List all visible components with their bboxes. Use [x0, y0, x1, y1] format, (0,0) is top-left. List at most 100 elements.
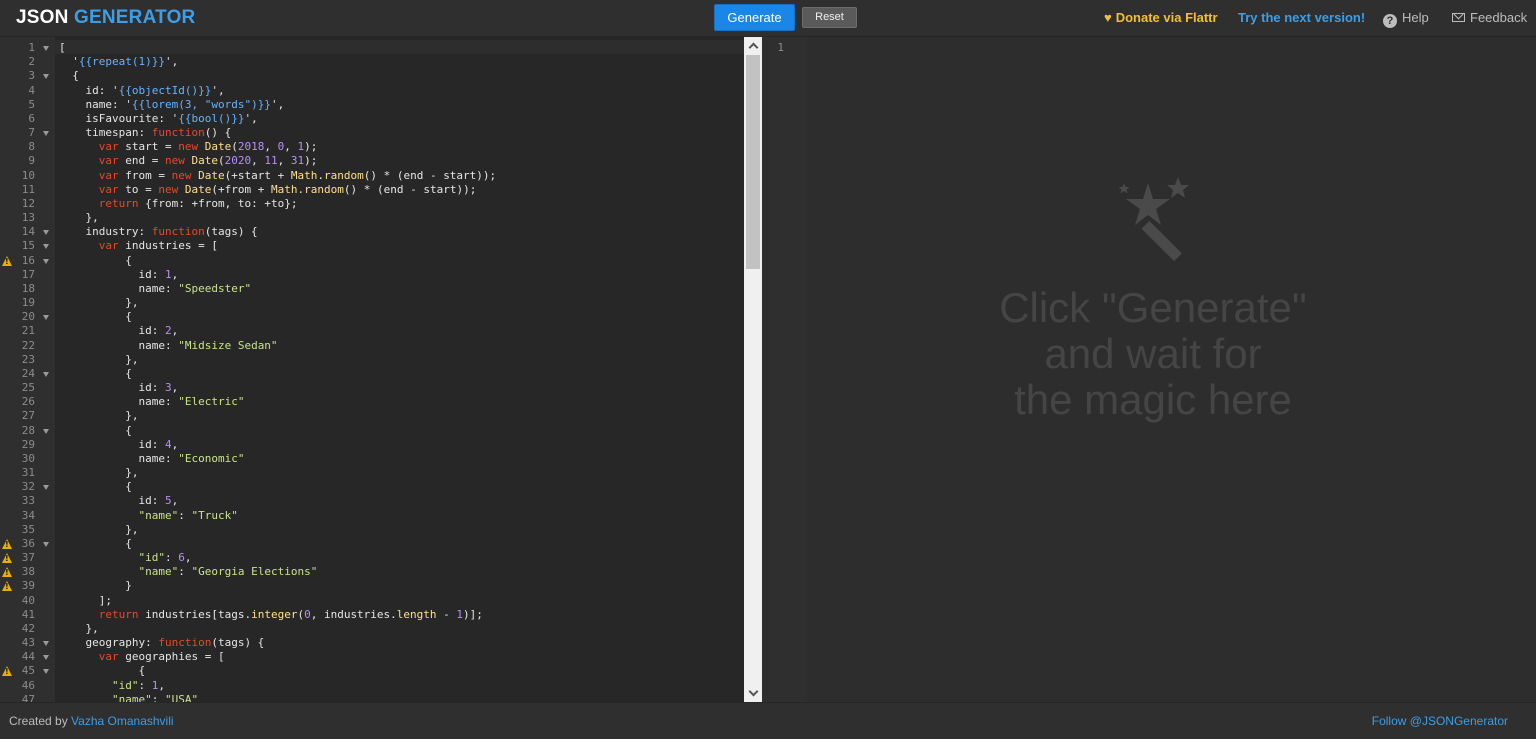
gutter-line: 36 [0, 537, 55, 551]
code-line[interactable]: "name": "USA" [59, 693, 198, 702]
warning-icon[interactable] [2, 581, 12, 592]
output-placeholder: Click "Generate" and wait for the magic … [953, 285, 1353, 423]
fold-arrow-icon[interactable] [43, 428, 49, 434]
warning-icon[interactable] [2, 255, 12, 266]
code-line[interactable]: return {from: +from, to: +to}; [59, 197, 298, 211]
output-pane[interactable]: 1 Click "Generate" and wait for the magi… [767, 37, 1536, 702]
code-line[interactable]: name: "Economic" [59, 452, 244, 466]
scroll-up-icon[interactable] [748, 41, 758, 51]
top-bar: JSON GENERATOR Generate Reset ♥ Donate vi… [0, 0, 1536, 37]
feedback-link[interactable]: Feedback [1452, 10, 1527, 26]
gutter-line: 20 [0, 310, 55, 324]
code-line[interactable]: industry: function(tags) { [59, 225, 257, 239]
code-line[interactable]: { [59, 310, 132, 324]
placeholder-line-3: the magic here [1014, 376, 1292, 423]
fold-arrow-icon[interactable] [43, 655, 49, 661]
code-line[interactable]: { [59, 480, 132, 494]
code-line[interactable]: id: 4, [59, 438, 178, 452]
code-line[interactable]: id: 2, [59, 324, 178, 338]
fold-arrow-icon[interactable] [43, 315, 49, 321]
code-line[interactable]: geography: function(tags) { [59, 636, 264, 650]
code-line[interactable]: isFavourite: '{{bool()}}', [59, 112, 257, 126]
code-line[interactable]: { [59, 664, 145, 678]
scrollbar-thumb[interactable] [746, 55, 760, 269]
fold-arrow-icon[interactable] [43, 541, 49, 547]
code-line[interactable]: var geographies = [ [59, 650, 225, 664]
code-line[interactable]: { [59, 254, 132, 268]
code-line[interactable]: "id": 6, [59, 551, 191, 565]
code-line[interactable]: name: "Speedster" [59, 282, 251, 296]
fold-arrow-icon[interactable] [43, 258, 49, 264]
code-line[interactable]: [ [59, 41, 66, 55]
code-line[interactable]: "id": 1, [59, 679, 165, 693]
fold-arrow-icon[interactable] [43, 230, 49, 236]
heart-icon: ♥ [1104, 10, 1112, 25]
scroll-down-icon[interactable] [748, 688, 758, 698]
author-link[interactable]: Vazha Omanashvili [71, 714, 174, 728]
feedback-label: Feedback [1470, 10, 1528, 25]
code-line[interactable]: timespan: function() { [59, 126, 231, 140]
warning-icon[interactable] [2, 538, 12, 549]
footer-credit: Created by Vazha Omanashvili [9, 703, 174, 739]
fold-arrow-icon[interactable] [43, 669, 49, 675]
magic-wand-icon [1118, 177, 1189, 262]
app-logo[interactable]: JSON GENERATOR [16, 8, 195, 28]
code-line[interactable]: }, [59, 409, 138, 423]
code-line[interactable]: { [59, 69, 79, 83]
code-line[interactable]: "name": "Truck" [59, 509, 237, 523]
code-line[interactable]: var from = new Date(+start + Math.random… [59, 169, 496, 183]
follow-link[interactable]: Follow @JSONGenerator [1372, 703, 1508, 739]
code-line[interactable]: }, [59, 296, 138, 310]
fold-arrow-icon[interactable] [43, 74, 49, 80]
line-number: 23 [21, 352, 35, 366]
donate-label: Donate via Flattr [1115, 10, 1218, 25]
gutter-line: 35 [0, 523, 55, 537]
code-line[interactable]: }, [59, 523, 138, 537]
code-line[interactable]: var to = new Date(+from + Math.random() … [59, 183, 477, 197]
code-line[interactable]: var end = new Date(2020, 11, 31); [59, 154, 318, 168]
help-link[interactable]: ? Help [1383, 10, 1429, 28]
gutter-line: 9 [0, 154, 55, 168]
code-line[interactable]: }, [59, 466, 138, 480]
code-line[interactable]: { [59, 367, 132, 381]
warning-icon[interactable] [2, 666, 12, 677]
code-line[interactable]: "name": "Georgia Elections" [59, 565, 317, 579]
donate-link[interactable]: ♥ Donate via Flattr [1104, 10, 1218, 26]
code-line[interactable]: var industries = [ [59, 239, 218, 253]
code-line[interactable]: { [59, 424, 132, 438]
code-line[interactable]: name: "Electric" [59, 395, 244, 409]
fold-arrow-icon[interactable] [43, 46, 49, 51]
next-version-link[interactable]: Try the next version! [1238, 10, 1365, 26]
code-line[interactable]: '{{repeat(1)}}', [59, 55, 178, 69]
code-line[interactable]: id: 1, [59, 268, 178, 282]
code-line[interactable]: id: '{{objectId()}}', [59, 84, 224, 98]
code-line[interactable]: }, [59, 353, 138, 367]
gutter-line: 38 [0, 565, 55, 579]
code-line[interactable]: id: 3, [59, 381, 178, 395]
code-line[interactable]: var start = new Date(2018, 0, 1); [59, 140, 318, 154]
code-line[interactable]: { [59, 537, 132, 551]
code-line[interactable]: return industries[tags.integer(0, indust… [59, 608, 483, 622]
fold-arrow-icon[interactable] [43, 371, 49, 377]
reset-button[interactable]: Reset [802, 7, 857, 28]
fold-arrow-icon[interactable] [43, 641, 49, 647]
code-line[interactable]: name: "Midsize Sedan" [59, 339, 277, 353]
code-area[interactable]: [ '{{repeat(1)}}', { id: '{{objectId()}}… [55, 37, 744, 702]
line-number: 46 [21, 678, 35, 692]
template-editor[interactable]: 1234567891011121314151617181920212223242… [0, 37, 762, 702]
line-number: 31 [21, 466, 35, 480]
code-line[interactable]: name: '{{lorem(3, "words")}}', [59, 98, 284, 112]
fold-arrow-icon[interactable] [43, 244, 49, 250]
code-line[interactable]: }, [59, 622, 98, 636]
generate-button[interactable]: Generate [714, 4, 795, 31]
warning-icon[interactable] [2, 567, 12, 578]
warning-icon[interactable] [2, 553, 12, 564]
code-line[interactable]: } [59, 579, 132, 593]
gutter-line: 4 [0, 84, 55, 98]
code-line[interactable]: }, [59, 211, 98, 225]
editor-scrollbar[interactable] [744, 37, 762, 702]
code-line[interactable]: ]; [59, 594, 112, 608]
code-line[interactable]: id: 5, [59, 494, 178, 508]
fold-arrow-icon[interactable] [43, 485, 49, 491]
fold-arrow-icon[interactable] [43, 131, 49, 137]
